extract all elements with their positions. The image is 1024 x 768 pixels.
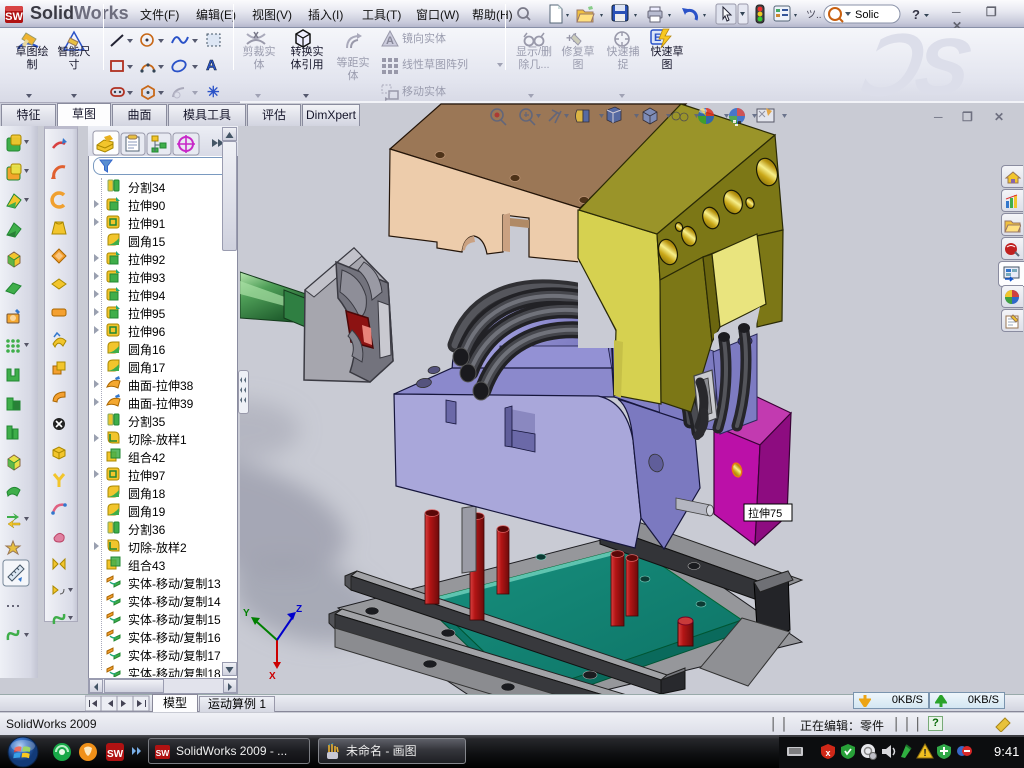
- svg-text:SW: SW: [156, 748, 171, 758]
- svg-text:A: A: [386, 35, 394, 47]
- svg-text:拉伸75: 拉伸75: [748, 506, 782, 520]
- svg-text:9:41: 9:41: [994, 744, 1019, 759]
- svg-text:Y: Y: [243, 608, 250, 619]
- svg-text:X: X: [269, 671, 276, 682]
- svg-text:SW: SW: [107, 749, 124, 760]
- svg-text:x: x: [825, 748, 830, 758]
- svg-text:!: !: [923, 748, 926, 759]
- svg-text:Z: Z: [296, 604, 302, 615]
